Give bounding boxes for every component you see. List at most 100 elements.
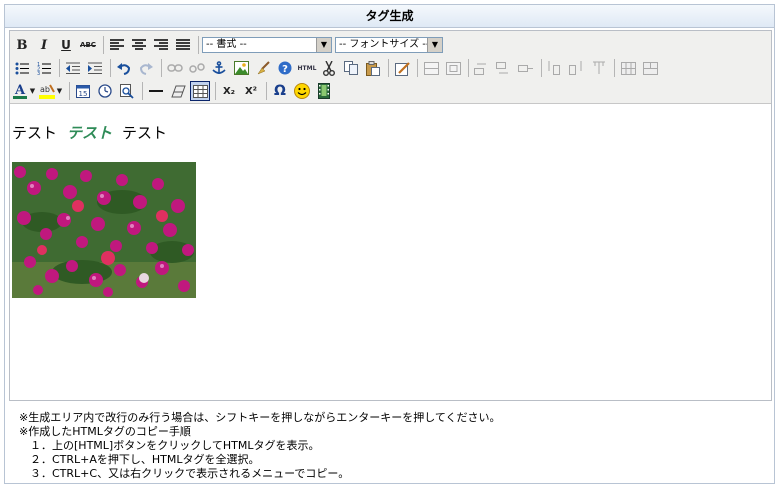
insert-link-button[interactable] [165,58,185,78]
table-row-props-button[interactable] [421,58,441,78]
text-color-button[interactable]: A [12,81,28,101]
split-cells-button[interactable] [618,58,638,78]
bullet-list-icon [15,62,29,74]
undo-icon [117,62,131,75]
copy-button[interactable] [341,58,361,78]
toggle-guidelines-button[interactable] [190,81,210,101]
edit-icon [394,61,410,76]
anchor-button[interactable] [209,58,229,78]
insert-time-button[interactable] [95,81,115,101]
link-icon [167,64,183,72]
anchor-icon [212,61,226,74]
toolbar-separator [103,36,104,54]
html-source-button[interactable]: HTML [297,58,317,78]
unlink-icon [189,63,205,73]
format-select[interactable]: -- 書式 -- ▼ [202,37,332,53]
toolbar-separator [614,59,615,77]
align-center-button[interactable] [129,35,149,55]
redo-button[interactable] [136,58,156,78]
special-char-button[interactable]: Ω [270,81,290,101]
film-icon [318,83,330,99]
table-cell-props-button[interactable] [443,58,463,78]
insert-row-after-button[interactable] [494,58,514,78]
insert-date-button[interactable]: 15 [73,81,93,101]
help-button[interactable]: ? [275,58,295,78]
insert-media-button[interactable] [314,81,334,101]
toolbar-separator [215,82,216,100]
broom-icon [256,61,270,75]
svg-text:ab: ab [40,85,50,94]
align-left-button[interactable] [107,35,127,55]
strikethrough-button[interactable]: ABC [78,35,98,55]
col-after-icon [569,61,582,75]
toolbar-separator [541,59,542,77]
panel-title: タグ生成 [5,5,774,28]
preview-button[interactable] [117,81,137,101]
row-before-icon [474,63,486,75]
align-justify-button[interactable] [173,35,193,55]
image-icon [233,61,249,75]
delete-col-button[interactable] [589,58,609,78]
svg-text:?: ? [282,64,288,75]
bold-button[interactable]: B [12,35,32,55]
text-color-icon: A [13,83,27,99]
help-icon: ? [278,61,292,75]
indent-button[interactable] [85,58,105,78]
emoticon-button[interactable] [292,81,312,101]
cleanup-button[interactable] [253,58,273,78]
toolbar-separator [161,59,162,77]
redo-icon [139,62,153,75]
magnifier-icon [120,83,134,99]
font-size-select[interactable]: -- フォントサイズ -- ▼ [335,37,443,53]
merge-cells-button[interactable] [640,58,660,78]
remove-format-button[interactable] [168,81,188,101]
editor-toolbar: B I U ABC -- 書式 -- ▼ -- フォントサイズ -- ▼ 1 2… [10,31,771,104]
styled-text: テスト [67,124,113,142]
note-line: ３．CTRL+C、又は右クリックで表示されるメニューでコピー。 [19,467,350,480]
horizontal-rule-button[interactable] [146,81,166,101]
outdent-button[interactable] [63,58,83,78]
unlink-button[interactable] [187,58,207,78]
underline-button[interactable]: U [56,35,76,55]
horizontal-rule-icon [149,90,163,92]
toolbar-separator [110,59,111,77]
highlight-color-dropdown[interactable]: ▼ [55,81,64,101]
undo-button[interactable] [114,58,134,78]
split-cells-icon [620,61,636,75]
align-right-button[interactable] [151,35,171,55]
tag-generator-panel: タグ生成 B I U ABC -- 書式 -- ▼ -- フォントサイズ -- … [4,4,775,484]
toolbar-separator [468,59,469,77]
superscript-button[interactable]: X² [241,81,261,101]
table-grid-icon [192,84,208,98]
edit-properties-button[interactable] [392,58,412,78]
smiley-icon [294,83,310,99]
note-line: ※作成したHTMLタグのコピー手順 [19,425,191,438]
align-left-icon [110,39,124,50]
plain-text: テスト [12,124,58,142]
toolbar-separator [417,59,418,77]
insert-col-before-button[interactable] [545,58,565,78]
insert-image-button[interactable] [231,58,251,78]
toolbar-separator [266,82,267,100]
indent-icon [88,62,102,74]
insert-row-before-button[interactable] [472,58,492,78]
paste-button[interactable] [363,58,383,78]
instructions-note: ※生成エリア内で改行のみ行う場合は、シフトキーを押しながらエンターキーを押してく… [19,411,501,481]
insert-col-after-button[interactable] [567,58,587,78]
scissors-icon [323,60,335,76]
note-line: ※生成エリア内で改行のみ行う場合は、シフトキーを押しながらエンターキーを押してく… [19,411,501,424]
chevron-down-icon: ▼ [56,87,63,95]
chevron-down-icon: ▼ [316,38,331,52]
numbered-list-button[interactable]: 123 [34,58,54,78]
cut-button[interactable] [319,58,339,78]
bullet-list-button[interactable] [12,58,32,78]
toolbar-separator [198,36,199,54]
svg-text:A: A [14,83,26,98]
delete-row-button[interactable] [516,58,536,78]
subscript-button[interactable]: X₂ [219,81,239,101]
highlight-color-button[interactable]: ab [39,81,55,101]
editor-content-area[interactable]: テスト テスト テスト [10,104,771,400]
italic-button[interactable]: I [34,35,54,55]
text-color-dropdown[interactable]: ▼ [28,81,37,101]
merge-cells-icon [642,61,658,75]
